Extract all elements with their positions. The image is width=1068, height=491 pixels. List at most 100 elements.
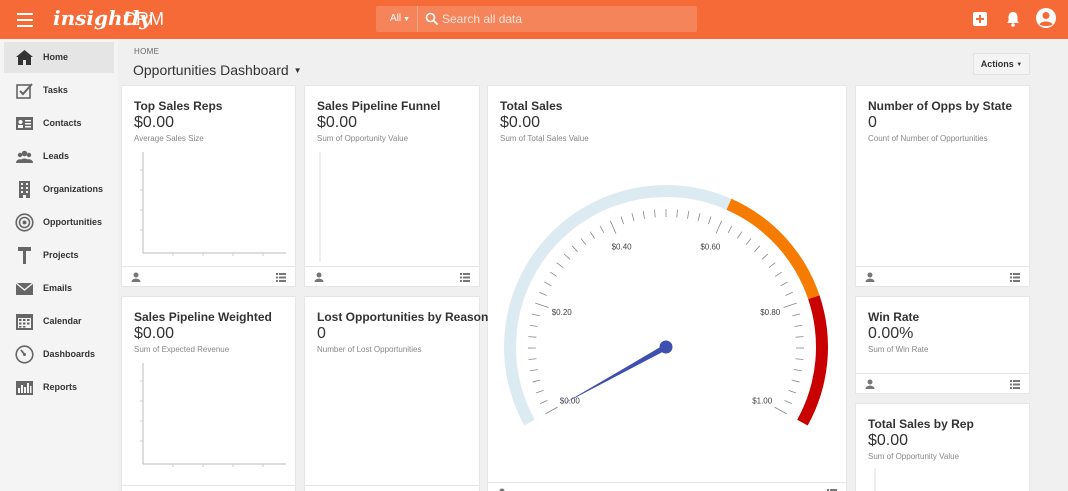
user-icon[interactable]: [314, 272, 324, 282]
empty-chart-axes: [140, 152, 286, 256]
list-icon[interactable]: [1010, 273, 1020, 282]
widget-value: $0.00: [134, 325, 175, 342]
gauge-tick: [793, 369, 802, 372]
sidebar-item-label: Dashboards: [43, 349, 96, 359]
widget-sales-pipeline-funnel: Sales Pipeline Funnel $0.00 Sum of Oppor…: [304, 85, 480, 287]
widget-title: Total Sales by Rep: [868, 417, 974, 431]
chevron-down-icon: ▼: [1016, 62, 1023, 68]
gauge-label: $0.00: [560, 396, 581, 405]
gauge-tick: [774, 271, 783, 277]
gauge-tick: [580, 238, 587, 245]
widget-subtitle: Average Sales Size: [134, 134, 204, 143]
add-new-icon[interactable]: [970, 9, 990, 29]
gauge-tick: [530, 369, 539, 372]
sidebar-item-contacts[interactable]: Contacts: [4, 108, 114, 139]
actions-label: Actions: [980, 59, 1014, 69]
user-icon[interactable]: [865, 272, 875, 282]
sidebar-item-label: Leads: [43, 151, 70, 161]
gauge-tick: [708, 216, 712, 225]
widget-subtitle: Sum of Expected Revenue: [134, 345, 230, 354]
gauge-tick: [727, 225, 733, 234]
widget-footer: [122, 485, 295, 491]
gauge-tick: [785, 291, 793, 296]
people-icon: [16, 150, 33, 163]
user-icon[interactable]: [865, 379, 875, 389]
widget-total-sales-by-rep: Total Sales by Rep $0.00 Sum of Opportun…: [855, 403, 1030, 491]
sidebar-item-reports[interactable]: Reports: [4, 372, 114, 403]
search-input[interactable]: [442, 8, 692, 30]
hamburger-menu-icon[interactable]: [14, 10, 36, 28]
gauge-tick: [532, 379, 541, 383]
gauge-tick: [676, 209, 678, 218]
search-scope-label: All: [390, 13, 402, 24]
sidebar-item-tasks[interactable]: Tasks: [4, 75, 114, 106]
widget-footer: [305, 485, 479, 491]
search-scope-dropdown[interactable]: All ▼: [376, 6, 418, 32]
gauge-needle-hub: [659, 340, 673, 354]
list-icon[interactable]: [1010, 380, 1020, 389]
notification-bell-icon[interactable]: [1003, 9, 1023, 29]
widget-value: $0.00: [317, 114, 358, 131]
gauge-label: $0.40: [612, 242, 633, 251]
sidebar-item-projects[interactable]: Projects: [4, 240, 114, 271]
gauge-tick: [609, 220, 617, 234]
list-icon[interactable]: [276, 273, 286, 282]
gauge-band-0: [504, 184, 732, 426]
dashboard-gauge-icon: [15, 345, 34, 364]
calendar-icon: [16, 314, 33, 330]
gauge-label: $1.00: [752, 396, 773, 405]
gauge-tick: [737, 231, 743, 239]
gauge-tick: [589, 231, 595, 239]
widget-value: $0.00: [868, 432, 909, 449]
sidebar-item-leads[interactable]: Leads: [4, 141, 114, 172]
page-title-dropdown[interactable]: Opportunities Dashboard ▼: [133, 62, 302, 78]
breadcrumb[interactable]: HOME: [134, 47, 159, 56]
gauge-tick: [791, 379, 800, 383]
gauge-tick: [531, 313, 540, 317]
gauge-tick: [556, 262, 564, 268]
empty-chart-axis: [874, 468, 876, 491]
user-icon[interactable]: [131, 272, 141, 282]
widget-value: 0: [317, 325, 326, 342]
sidebar-item-label: Home: [43, 52, 69, 62]
sidebar-item-opportunities[interactable]: Opportunities: [4, 207, 114, 238]
gauge-tick: [563, 253, 571, 260]
gauge-tick: [697, 213, 701, 222]
sidebar-item-dashboards[interactable]: Dashboards: [4, 339, 114, 370]
sidebar-item-home[interactable]: Home: [4, 42, 114, 73]
widget-title: Win Rate: [868, 310, 920, 324]
sidebar-item-label: Tasks: [43, 85, 68, 95]
gauge-tick: [535, 302, 549, 308]
top-bar: insightly CRM All ▼: [0, 0, 1068, 39]
sidebar-item-emails[interactable]: Emails: [4, 273, 114, 304]
widget-value: $0.00: [134, 114, 175, 131]
widget-opps-by-state: Number of Opps by State 0 Count of Numbe…: [855, 85, 1030, 287]
gauge-tick: [549, 271, 558, 277]
sidebar-item-label: Organizations: [43, 184, 104, 194]
list-icon[interactable]: [460, 273, 470, 282]
gauge-tick: [768, 262, 776, 268]
gauge-tick: [761, 253, 769, 260]
gauge-tick: [784, 400, 792, 405]
user-avatar-icon[interactable]: [1035, 7, 1057, 29]
chevron-down-icon: ▼: [293, 66, 302, 75]
widget-subtitle: Sum of Opportunity Value: [868, 452, 960, 461]
gauge-tick: [795, 336, 804, 338]
envelope-icon: [15, 282, 34, 295]
sidebar-item-label: Opportunities: [43, 217, 102, 227]
widget-footer: [305, 266, 479, 286]
gauge-tick: [545, 406, 558, 415]
sidebar-item-organizations[interactable]: Organizations: [4, 174, 114, 205]
search-bar: All ▼: [376, 6, 697, 32]
widget-subtitle: Number of Lost Opportunities: [317, 345, 422, 354]
sidebar-item-calendar[interactable]: Calendar: [4, 306, 114, 337]
gauge-tick: [687, 210, 690, 219]
widget-total-sales: Total Sales $0.00 Sum of Total Sales Val…: [487, 85, 847, 491]
gauge-tick: [754, 245, 761, 252]
gauge-tick: [794, 324, 803, 327]
widget-footer: [122, 266, 295, 286]
actions-button[interactable]: Actions ▼: [973, 53, 1030, 75]
widget-win-rate: Win Rate 0.00% Sum of Win Rate: [855, 296, 1030, 394]
gauge-tick: [528, 358, 537, 360]
widget-footer: [856, 266, 1029, 286]
